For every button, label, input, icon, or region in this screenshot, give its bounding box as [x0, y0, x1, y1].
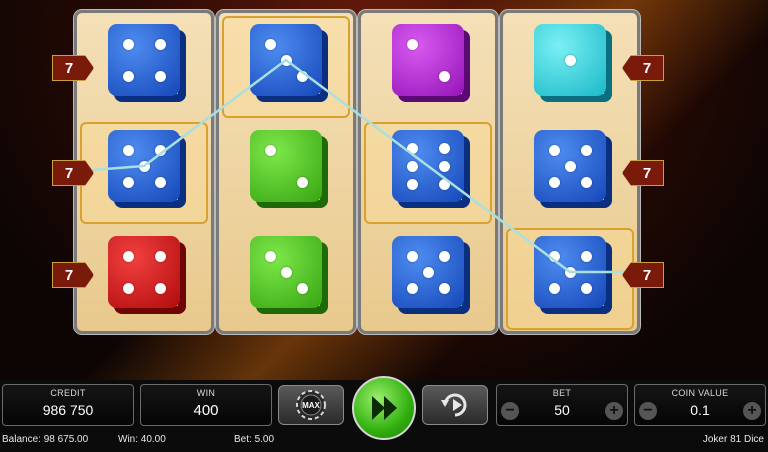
autoplay-button[interactable] [422, 385, 488, 425]
payline-path [91, 58, 642, 274]
coin-decrease-button[interactable]: − [639, 402, 657, 420]
bet-increase-button[interactable]: + [605, 402, 623, 420]
game-name: Joker 81 Dice [702, 434, 764, 445]
credit-panel: CREDIT 986 750 [2, 384, 134, 426]
spin-button[interactable] [352, 376, 416, 440]
win-status: Win: 40.00 [118, 434, 166, 445]
bet-status: Bet: 5.00 [234, 434, 275, 445]
credit-label: CREDIT [50, 388, 86, 398]
max-chip-icon: MAX [296, 390, 326, 420]
coin-increase-button[interactable]: + [743, 402, 761, 420]
balance-status: Balance: 98 675.00 [2, 434, 89, 445]
win-value: 400 [193, 402, 219, 419]
max-bet-button[interactable]: MAX [278, 385, 344, 425]
coin-value-label: COIN VALUE [671, 388, 729, 398]
bet-panel: BET 50 − + [496, 384, 628, 426]
win-label: WIN [196, 388, 216, 398]
spin-arrows-icon [372, 396, 397, 420]
win-panel: WIN 400 [140, 384, 272, 426]
coin-value-panel: COIN VALUE 0.1 − + [634, 384, 766, 426]
bet-label: BET [552, 388, 572, 398]
autoplay-icon [441, 393, 467, 417]
bet-decrease-button[interactable]: − [501, 402, 519, 420]
max-label: MAX [302, 401, 320, 410]
credit-value: 986 750 [42, 402, 94, 418]
